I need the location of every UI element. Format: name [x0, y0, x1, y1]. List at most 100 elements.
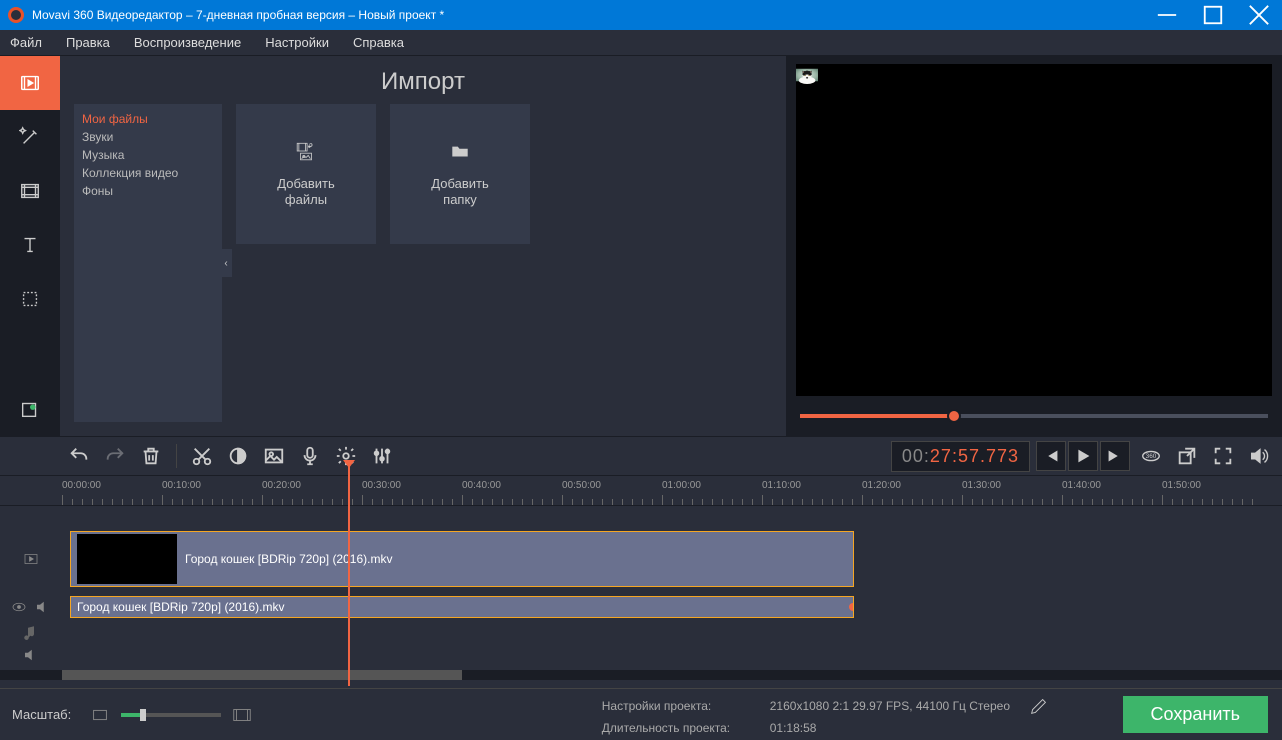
project-duration-label: Длительность проекта: — [602, 721, 752, 735]
preview-panel — [786, 56, 1282, 436]
ruler-label: 00:40:00 — [462, 480, 501, 491]
undo-button[interactable] — [64, 441, 94, 471]
import-cat-videos[interactable]: Коллекция видео — [82, 164, 214, 182]
titlebar: Movavi 360 Видеоредактор – 7-дневная про… — [0, 0, 1282, 30]
project-settings-label: Настройки проекта: — [602, 699, 752, 713]
menu-settings[interactable]: Настройки — [265, 35, 329, 50]
window-title: Movavi 360 Видеоредактор – 7-дневная про… — [32, 8, 1144, 22]
ruler-label: 01:10:00 — [762, 480, 801, 491]
import-categories: Мои файлы Звуки Музыка Коллекция видео Ф… — [74, 104, 222, 422]
zoom-slider-thumb[interactable] — [140, 709, 146, 721]
timecode-rest: 27:57.773 — [930, 446, 1019, 467]
sidebar-crop[interactable] — [0, 272, 60, 326]
edit-icon[interactable] — [1028, 695, 1050, 717]
add-files-card[interactable]: Добавить файлы — [236, 104, 376, 244]
timeline-ruler[interactable]: 00:00:00 00:10:00 00:20:00 00:30:00 00:40:00… — [0, 476, 1282, 506]
speaker-icon[interactable] — [34, 598, 52, 616]
app-icon — [8, 7, 24, 23]
ruler-label: 00:30:00 — [362, 480, 401, 491]
svg-text:360: 360 — [1146, 453, 1157, 460]
import-title: Импорт — [60, 56, 786, 104]
playhead[interactable] — [348, 466, 350, 686]
ruler-label: 01:00:00 — [662, 480, 701, 491]
ruler-label: 01:50:00 — [1162, 480, 1201, 491]
add-folder-label: Добавить папку — [431, 176, 488, 208]
import-cat-backgrounds[interactable]: Фоны — [82, 182, 214, 200]
menu-file[interactable]: Файл — [10, 35, 42, 50]
speaker-icon[interactable] — [22, 646, 40, 664]
preview-frame-image — [796, 64, 818, 86]
trash-button[interactable] — [136, 441, 166, 471]
video-track[interactable]: Город кошек [BDRip 720p] (2016).mkv — [0, 526, 1282, 592]
ruler-label: 01:20:00 — [862, 480, 901, 491]
menu-playback[interactable]: Воспроизведение — [134, 35, 241, 50]
import-panel: Импорт Мои файлы Звуки Музыка Коллекция … — [60, 56, 786, 436]
collapse-sidebar-icon[interactable]: ‹ — [220, 249, 232, 277]
ruler-label: 00:00:00 — [62, 480, 101, 491]
fullscreen-button[interactable] — [1208, 441, 1238, 471]
audio-clip[interactable]: Город кошек [BDRip 720p] (2016).mkv — [70, 596, 854, 618]
video-track-icon — [22, 550, 40, 568]
project-duration-value: 01:18:58 — [770, 721, 817, 735]
prev-frame-button[interactable] — [1036, 441, 1066, 471]
sidebar-wand[interactable] — [0, 110, 60, 164]
clip-thumbnail — [77, 534, 177, 584]
volume-button[interactable] — [1244, 441, 1274, 471]
zoom-slider[interactable] — [121, 713, 221, 717]
audio-handle-icon[interactable] — [849, 603, 854, 611]
mic-button[interactable] — [295, 441, 325, 471]
video-clip-label: Город кошек [BDRip 720p] (2016).mkv — [185, 552, 392, 566]
zoom-in-icon[interactable] — [231, 704, 253, 726]
sidebar-export[interactable] — [0, 382, 60, 436]
edit-toolbar: 00:27:57.773 360 — [0, 436, 1282, 476]
menu-edit[interactable]: Правка — [66, 35, 110, 50]
preview-slider[interactable] — [796, 396, 1272, 436]
sidebar-text[interactable] — [0, 218, 60, 272]
360-button[interactable]: 360 — [1136, 441, 1166, 471]
music-track[interactable] — [0, 622, 1282, 666]
close-button[interactable] — [1236, 0, 1282, 30]
sidebar-filters[interactable] — [0, 164, 60, 218]
next-frame-button[interactable] — [1100, 441, 1130, 471]
ruler-label: 01:40:00 — [1062, 480, 1101, 491]
preview-video[interactable] — [796, 64, 1272, 396]
zoom-out-icon[interactable] — [89, 704, 111, 726]
audio-clip-label: Город кошек [BDRip 720p] (2016).mkv — [77, 600, 284, 614]
menu-help[interactable]: Справка — [353, 35, 404, 50]
import-cat-sounds[interactable]: Звуки — [82, 128, 214, 146]
add-folder-card[interactable]: Добавить папку — [390, 104, 530, 244]
timeline-scrollbar-thumb[interactable] — [62, 670, 462, 680]
statusbar: Масштаб: Настройки проекта: 2160x1080 2:… — [0, 688, 1282, 740]
project-settings-value: 2160x1080 2:1 29.97 FPS, 44100 Гц Стерео — [770, 699, 1010, 713]
maximize-button[interactable] — [1190, 0, 1236, 30]
cut-button[interactable] — [187, 441, 217, 471]
timecode-hours: 00: — [902, 446, 930, 467]
menubar: Файл Правка Воспроизведение Настройки Сп… — [0, 30, 1282, 56]
minimize-button[interactable] — [1144, 0, 1190, 30]
ruler-label: 00:20:00 — [262, 480, 301, 491]
timeline: Город кошек [BDRip 720p] (2016).mkv Горо… — [0, 506, 1282, 680]
image-button[interactable] — [259, 441, 289, 471]
equalizer-button[interactable] — [367, 441, 397, 471]
ruler-label: 00:10:00 — [162, 480, 201, 491]
zoom-label: Масштаб: — [12, 707, 71, 722]
sidebar-import[interactable] — [0, 56, 60, 110]
video-clip[interactable]: Город кошек [BDRip 720p] (2016).mkv — [70, 531, 854, 587]
save-button[interactable]: Сохранить — [1123, 696, 1268, 733]
slider-thumb[interactable] — [947, 409, 961, 423]
contrast-button[interactable] — [223, 441, 253, 471]
popout-button[interactable] — [1172, 441, 1202, 471]
ruler-label: 01:30:00 — [962, 480, 1001, 491]
import-cat-myfiles[interactable]: Мои файлы — [82, 110, 214, 128]
tool-sidebar — [0, 56, 60, 436]
ruler-label: 00:50:00 — [562, 480, 601, 491]
import-cat-music[interactable]: Музыка — [82, 146, 214, 164]
play-button[interactable] — [1068, 441, 1098, 471]
timecode-display: 00:27:57.773 — [891, 441, 1030, 472]
eye-icon[interactable] — [10, 598, 28, 616]
add-files-label: Добавить файлы — [277, 176, 334, 208]
redo-button[interactable] — [100, 441, 130, 471]
music-note-icon — [22, 624, 40, 642]
timeline-scrollbar[interactable] — [0, 670, 1282, 680]
audio-track-linked[interactable]: Город кошек [BDRip 720p] (2016).mkv — [0, 592, 1282, 622]
